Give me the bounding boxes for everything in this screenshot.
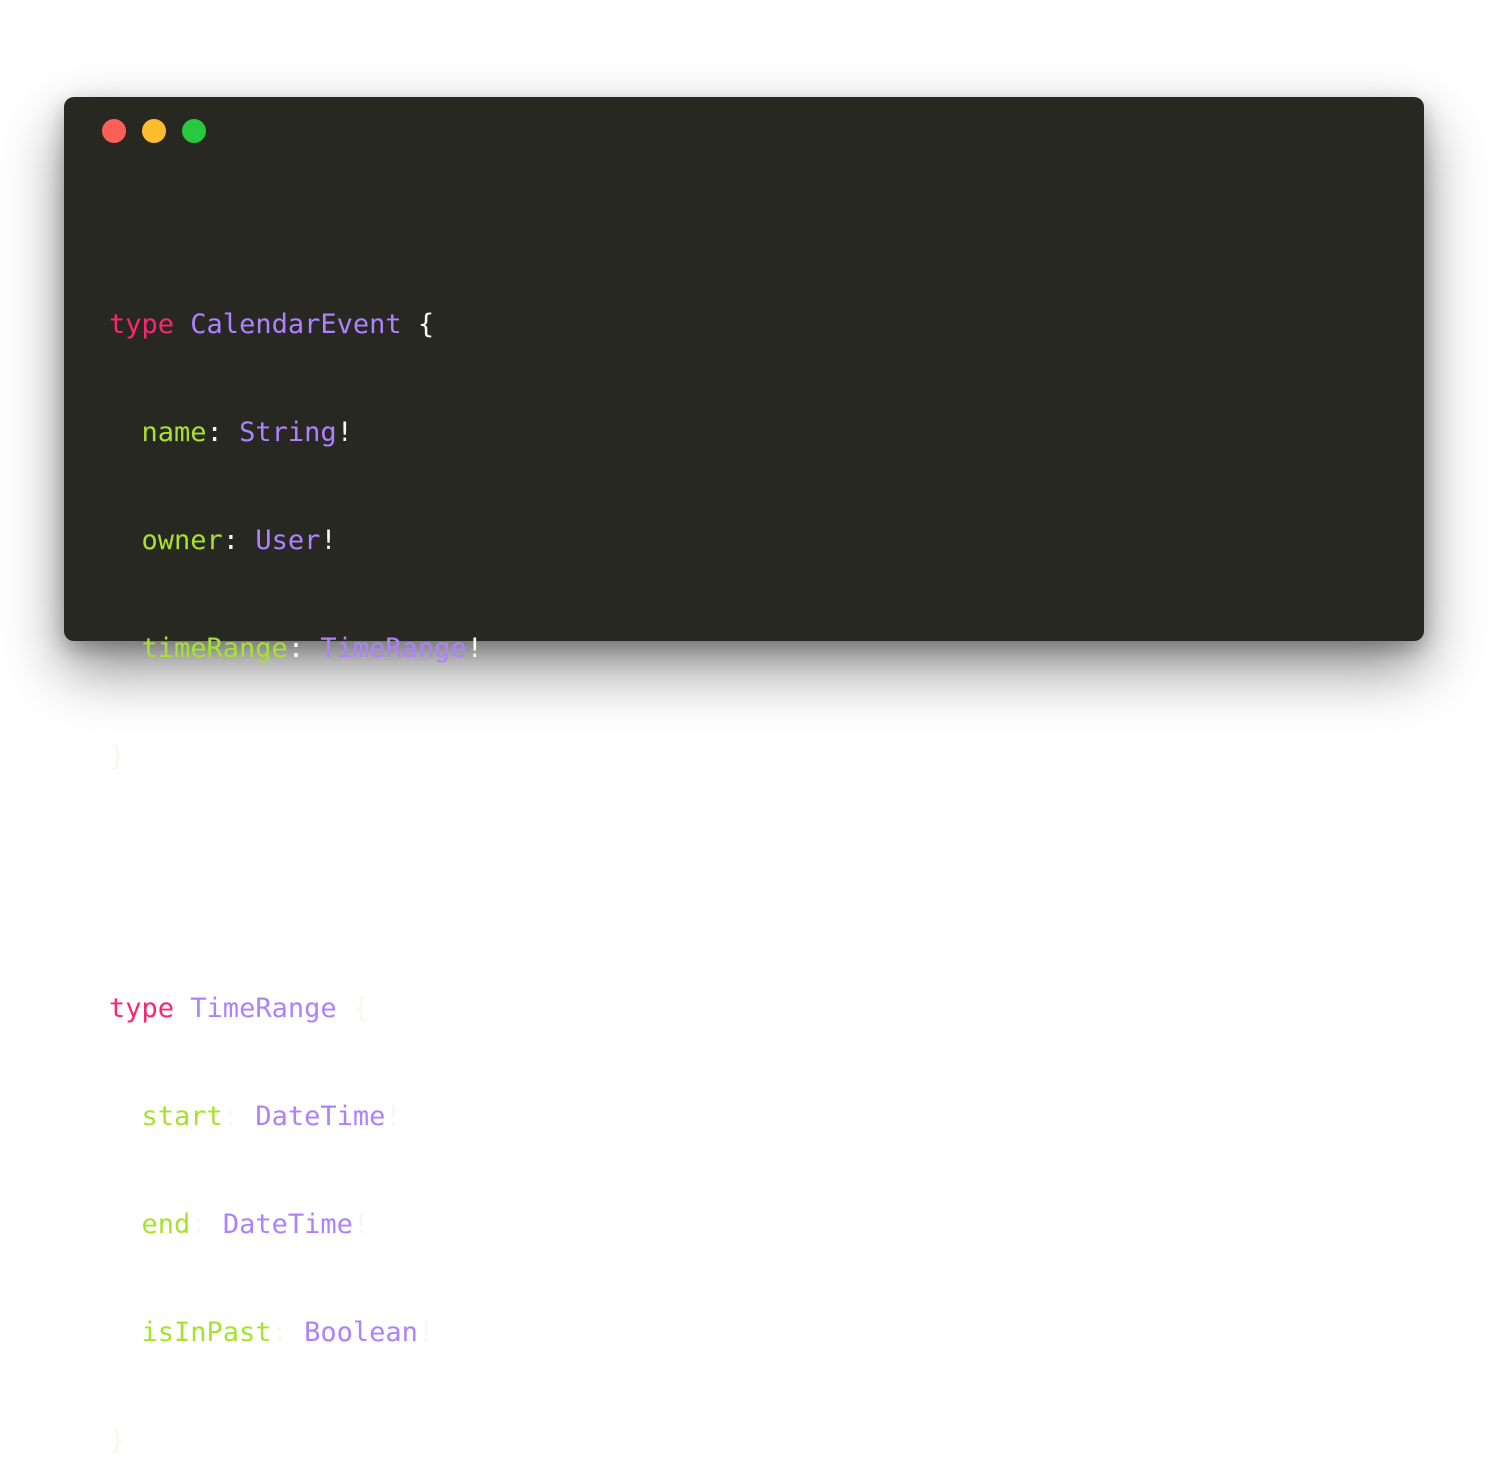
colon: :: [206, 417, 223, 448]
type-keyword: type: [109, 993, 175, 1024]
field-name: owner: [141, 525, 223, 556]
field-type: DateTime: [222, 1209, 353, 1240]
field-type: String: [239, 417, 337, 448]
field-name: timeRange: [141, 633, 288, 664]
type-keyword: type: [109, 309, 175, 340]
colon: :: [271, 1317, 288, 1348]
non-null-marker: !: [385, 1101, 402, 1132]
type-name: TimeRange: [190, 993, 337, 1024]
field-line: timeRange: TimeRange!: [109, 631, 483, 667]
code-block: type CalendarEvent { name: String! owner…: [109, 199, 483, 1476]
field-name: name: [141, 417, 207, 448]
field-name: isInPast: [141, 1317, 272, 1348]
field-line: owner: User!: [109, 523, 483, 559]
close-brace-line: }: [109, 1423, 483, 1459]
type-declaration-line: type TimeRange {: [109, 991, 483, 1027]
field-name: start: [141, 1101, 223, 1132]
field-name: end: [141, 1209, 191, 1240]
close-brace: }: [109, 1425, 126, 1456]
field-type: User: [255, 525, 321, 556]
field-line: name: String!: [109, 415, 483, 451]
non-null-marker: !: [336, 417, 353, 448]
close-button[interactable]: [102, 119, 126, 143]
non-null-marker: !: [466, 633, 483, 664]
type-declaration-line: type CalendarEvent {: [109, 307, 483, 343]
field-line: start: DateTime!: [109, 1099, 483, 1135]
open-brace: {: [352, 993, 370, 1024]
maximize-button[interactable]: [182, 119, 206, 143]
minimize-button[interactable]: [142, 119, 166, 143]
field-type: TimeRange: [320, 633, 467, 664]
field-type: Boolean: [304, 1317, 418, 1348]
non-null-marker: !: [320, 525, 337, 556]
colon: :: [222, 1101, 240, 1132]
colon: :: [287, 633, 305, 664]
open-brace: {: [417, 309, 435, 340]
field-line: end: DateTime!: [109, 1207, 483, 1243]
window-controls: [102, 119, 206, 143]
colon: :: [222, 525, 240, 556]
non-null-marker: !: [417, 1317, 435, 1348]
field-type: DateTime: [255, 1101, 386, 1132]
non-null-marker: !: [352, 1209, 370, 1240]
close-brace: }: [109, 741, 126, 772]
field-line: isInPast: Boolean!: [109, 1315, 483, 1351]
code-window: type CalendarEvent { name: String! owner…: [64, 97, 1424, 1456]
type-name: CalendarEvent: [190, 309, 402, 340]
close-brace-line: }: [109, 739, 483, 775]
colon: :: [190, 1209, 207, 1240]
